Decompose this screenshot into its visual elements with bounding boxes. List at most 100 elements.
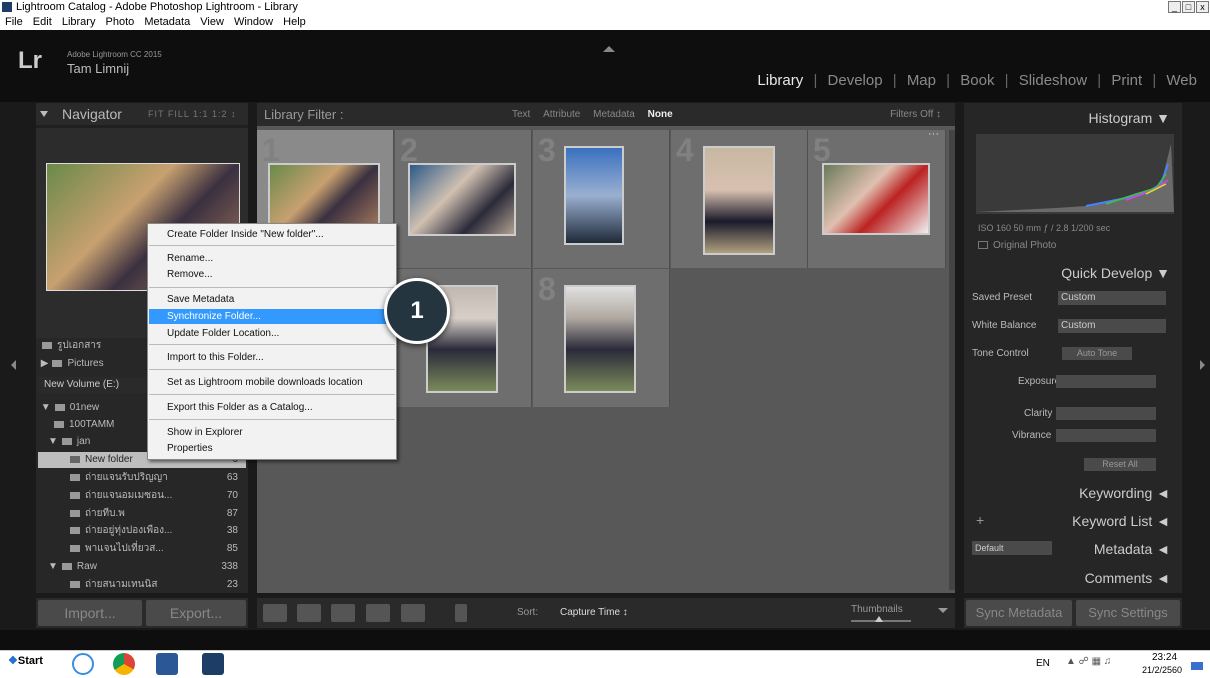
histogram-header[interactable]: Histogram ▼ [964,107,1182,129]
filter-metadata[interactable]: Metadata [593,109,635,120]
add-keyword-icon[interactable]: + [976,512,984,528]
thumbnail-image[interactable] [822,163,930,235]
folder-name: ถ่ายสนามเทนนิส [85,579,158,590]
auto-tone-button[interactable]: Auto Tone [1062,347,1132,360]
menu-remove[interactable]: Remove... [149,267,395,282]
menu-import-to-folder[interactable]: Import to this Folder... [149,350,395,365]
exposure-buttons[interactable] [1056,375,1156,388]
filter-none[interactable]: None [648,109,673,120]
more-icon[interactable]: ··· [928,128,939,140]
menu-help[interactable]: Help [283,16,306,28]
survey-view-icon[interactable] [366,604,390,622]
keyword-list-header[interactable]: Keyword List ◄ [964,510,1182,532]
chrome-icon[interactable] [113,653,135,675]
clarity-buttons[interactable] [1056,407,1156,420]
folder-row[interactable]: ถ่ายแจนอมเมซอน... 70 [38,488,246,504]
lightroom-taskbar-icon[interactable] [202,653,224,675]
sync-settings-button[interactable]: Sync Settings [1076,600,1180,626]
comments-header[interactable]: Comments ◄ [964,567,1182,589]
module-library[interactable]: Library [757,72,803,89]
language-indicator[interactable]: EN [1036,658,1050,669]
thumbnail-image[interactable] [564,146,624,245]
module-slideshow[interactable]: Slideshow [1019,72,1087,89]
folder-name: New folder [85,454,133,465]
folder-count: 87 [226,508,238,519]
collapse-triangle-icon[interactable] [40,111,48,117]
show-desktop-icon[interactable] [1191,662,1203,670]
menu-show-in-explorer[interactable]: Show in Explorer [149,425,395,440]
menu-properties[interactable]: Properties [149,441,395,456]
folder-row[interactable]: ถ่ายอยู่ทุ่งปองเพือง... 38 [38,523,246,539]
people-view-icon[interactable] [401,604,425,622]
menu-set-mobile-downloads[interactable]: Set as Lightroom mobile downloads locati… [149,375,395,390]
menu-photo[interactable]: Photo [106,16,135,28]
clock-time[interactable]: 23:24 [1152,652,1177,663]
menu-window[interactable]: Window [234,16,273,28]
reset-all-button[interactable]: Reset All [1084,458,1156,471]
collapse-top-panel-icon[interactable] [603,46,615,52]
right-panel-toggle-icon[interactable] [1200,360,1205,370]
menu-create-folder-inside[interactable]: Create Folder Inside "New folder"... [149,227,395,242]
filter-text[interactable]: Text [512,109,530,120]
vibrance-buttons[interactable] [1056,429,1156,442]
folder-row[interactable]: ▼ Raw 338 [38,559,246,575]
module-map[interactable]: Map [907,72,936,89]
module-print[interactable]: Print [1111,72,1142,89]
clock-date[interactable]: 21/2/2560 [1142,665,1182,675]
module-web[interactable]: Web [1166,72,1197,89]
menu-view[interactable]: View [200,16,224,28]
toolbar-dropdown-icon[interactable] [938,608,948,613]
menu-library[interactable]: Library [62,16,96,28]
spray-can-icon[interactable] [455,604,467,622]
menu-synchronize-folder[interactable]: Synchronize Folder... [149,309,395,324]
filters-off-dropdown[interactable]: Filters Off ↕ [890,103,941,126]
menu-separator [149,245,395,246]
menu-rename[interactable]: Rename... [149,251,395,266]
module-book[interactable]: Book [960,72,994,89]
minimize-button[interactable]: _ [1168,1,1181,13]
module-separator: | [1004,72,1009,89]
import-button[interactable]: Import... [38,600,142,626]
compare-view-icon[interactable] [331,604,355,622]
thumbnail-image[interactable] [564,285,636,393]
export-button[interactable]: Export... [146,600,246,626]
menu-file[interactable]: File [5,16,23,28]
quick-develop-header[interactable]: Quick Develop ▼ [964,262,1182,284]
menu-save-metadata[interactable]: Save Metadata [149,292,395,307]
internet-explorer-icon[interactable] [72,653,94,675]
module-develop[interactable]: Develop [828,72,883,89]
folder-row[interactable]: ถ่ายสนามเทนนิส 23 [38,577,246,593]
sort-direction-icon[interactable] [493,604,513,622]
slider-thumb-icon[interactable] [875,616,883,622]
original-photo-checkbox[interactable] [978,241,988,249]
saved-preset-dropdown[interactable]: Custom [1058,291,1166,305]
filter-attribute[interactable]: Attribute [543,109,580,120]
grid-scrollbar[interactable] [949,130,955,590]
histogram-svg [976,144,1174,212]
navigator-zoom-options[interactable]: FIT FILL 1:1 1:2 ↕ [148,109,237,119]
folder-row[interactable]: ถ่ายแจนรับปริญญา 63 [38,470,246,486]
left-panel-toggle-icon[interactable] [11,360,16,370]
menu-separator [149,419,395,420]
sync-metadata-button[interactable]: Sync Metadata [966,600,1072,626]
menu-metadata[interactable]: Metadata [144,16,190,28]
tray-icons[interactable]: ▲ ☍ ▦ ♫ [1066,656,1111,667]
maximize-button[interactable]: □ [1182,1,1195,13]
folder-row[interactable]: ถ่ายทีบ.พ 87 [38,506,246,522]
thumbnail-image[interactable] [408,163,516,236]
folder-row[interactable]: พาแจนไปเที่ยวส... 85 [38,541,246,557]
menu-update-folder-location[interactable]: Update Folder Location... [149,326,395,341]
menu-edit[interactable]: Edit [33,16,52,28]
folder-icon [70,473,80,481]
white-balance-dropdown[interactable]: Custom [1058,319,1166,333]
word-icon[interactable] [156,653,178,675]
start-button[interactable]: ❖Start [8,654,43,667]
keywording-header[interactable]: Keywording ◄ [964,482,1182,504]
menu-export-as-catalog[interactable]: Export this Folder as a Catalog... [149,400,395,415]
thumbnail-image[interactable] [703,146,775,255]
sort-dropdown[interactable]: Capture Time ↕ [560,607,628,618]
loupe-view-icon[interactable] [297,604,321,622]
grid-view-icon[interactable] [263,604,287,622]
close-button[interactable]: x [1196,1,1209,13]
metadata-preset-dropdown[interactable]: Default [972,541,1052,555]
